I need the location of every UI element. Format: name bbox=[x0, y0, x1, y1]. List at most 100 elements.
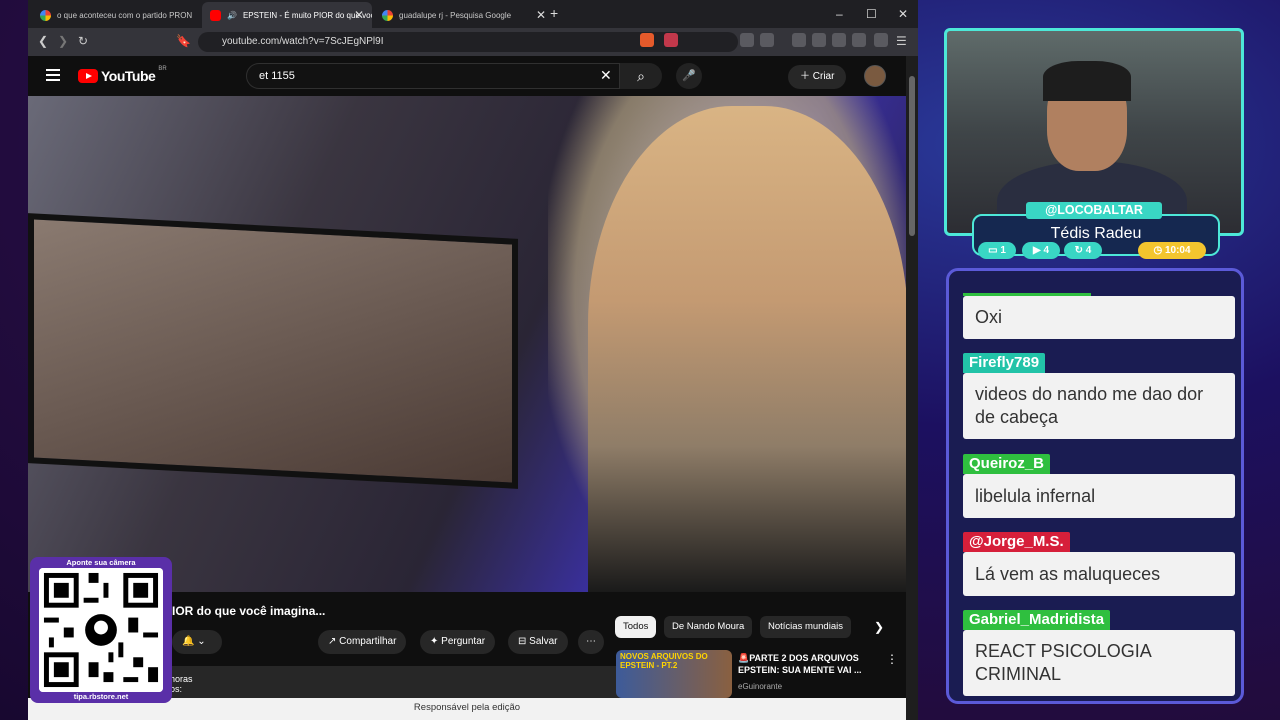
address-bar: ❮ ❯ ↻ 🔖 youtube.com/watch?v=7ScJEgNPl9I … bbox=[28, 28, 918, 56]
qr-top-label: Aponte sua câmera bbox=[66, 558, 136, 567]
microphone-icon: 🎤 bbox=[682, 70, 696, 82]
chat-icon: ▭ bbox=[988, 245, 998, 256]
youtube-header: YouTube BR et 1155 ✕ ⌕ 🎤 ＋ Criar bbox=[28, 56, 918, 96]
chip-label: Notícias mundiais bbox=[768, 621, 843, 632]
screenshot-icon[interactable] bbox=[760, 33, 774, 47]
notifications-button[interactable]: 🔔 ⌄ bbox=[172, 630, 222, 654]
more-actions-button[interactable]: ⋯ bbox=[578, 630, 604, 654]
close-tab-icon[interactable]: ✕ bbox=[536, 8, 546, 22]
timer-badge: ◷ 10:04 bbox=[1138, 242, 1206, 259]
reload-icon[interactable]: ↻ bbox=[78, 34, 88, 48]
minimize-icon[interactable]: – bbox=[836, 7, 843, 21]
media-icon[interactable] bbox=[792, 33, 806, 47]
bookmark-icon[interactable]: 🔖 bbox=[176, 34, 191, 48]
qr-code bbox=[39, 568, 163, 692]
badge-value: 4 bbox=[1043, 245, 1050, 256]
close-tab-icon[interactable]: ✕ bbox=[354, 8, 364, 22]
chat-message: videos do nando me dao dor de cabeça bbox=[963, 373, 1235, 439]
account-avatar[interactable] bbox=[864, 65, 886, 87]
video-icon: ▶ bbox=[1032, 245, 1041, 256]
youtube-icon bbox=[210, 9, 221, 21]
create-label: Criar bbox=[812, 71, 835, 82]
chat-username: Gabriel_Madridista bbox=[963, 610, 1111, 630]
hamburger-menu-icon[interactable] bbox=[46, 69, 60, 81]
chip-de-nando-moura[interactable]: De Nando Moura bbox=[664, 616, 753, 638]
forward-icon[interactable]: ❯ bbox=[58, 34, 68, 48]
chat-panel: Oxi Firefly789 videos do nando me dao do… bbox=[946, 268, 1244, 704]
chip-todos[interactable]: Todos bbox=[615, 616, 657, 638]
badge-value: 1 bbox=[1000, 245, 1006, 256]
region-code: BR bbox=[158, 66, 167, 72]
chat-message: REACT PSICOLOGIA CRIMINAL bbox=[963, 630, 1235, 696]
streamer-name: Tédis Radeu bbox=[1050, 225, 1142, 242]
tab-youtube-epstein[interactable]: 🔊 EPSTEIN - É muito PIOR do que voc ✕ bbox=[202, 2, 372, 28]
recommended-title[interactable]: 🚨PARTE 2 DOS ARQUIVOS EPSTEIN: SUA MENTE… bbox=[738, 652, 878, 676]
chat-message-text: Lá vem as maluqueces bbox=[975, 564, 1161, 584]
new-tab-icon[interactable]: + bbox=[550, 5, 558, 21]
search-value: et 1155 bbox=[259, 70, 295, 82]
chevron-right-icon[interactable]: ❯ bbox=[874, 620, 884, 634]
close-window-icon[interactable]: ✕ bbox=[898, 7, 908, 21]
share-button[interactable]: ↗ Compartilhar bbox=[318, 630, 407, 654]
back-icon[interactable]: ❮ bbox=[38, 34, 48, 48]
webcam-hair bbox=[1043, 61, 1131, 101]
clear-search-icon[interactable]: ✕ bbox=[600, 67, 612, 84]
badge-value: 10:04 bbox=[1164, 245, 1191, 256]
vpn-icon[interactable] bbox=[874, 33, 888, 47]
tab-google-guadalupe[interactable]: guadalupe rj - Pesquisa Google ✕ bbox=[374, 2, 554, 28]
search-button[interactable]: ⌕ bbox=[620, 63, 662, 89]
tab-label: guadalupe rj - Pesquisa Google bbox=[399, 10, 512, 20]
brave-shield-icon[interactable] bbox=[640, 33, 654, 47]
chat-username: Queiroz_B bbox=[963, 454, 1051, 474]
refresh-icon: ↻ bbox=[1074, 245, 1084, 256]
video-count-badge: ▶ 4 bbox=[1022, 242, 1060, 259]
recommended-thumbnail[interactable]: NOVOS ARQUIVOS DO EPSTEIN - PT.2 bbox=[616, 650, 732, 698]
recommended-channel[interactable]: eGuinorante bbox=[738, 682, 782, 691]
share-label: Compartilhar bbox=[339, 636, 397, 647]
youtube-logo[interactable]: YouTube BR bbox=[78, 66, 167, 84]
ask-label: Perguntar bbox=[441, 636, 486, 647]
tab-label: o que aconteceu com o partido PRONA - Pe bbox=[57, 10, 192, 20]
qr-bottom-label: tipa.rbstore.net bbox=[73, 692, 129, 701]
youtube-play-icon bbox=[78, 69, 98, 83]
tab-bar: o que aconteceu com o partido PRONA - Pe… bbox=[28, 0, 918, 28]
bell-icon: 🔔 ⌄ bbox=[182, 636, 206, 647]
rewards-icon[interactable] bbox=[664, 33, 678, 47]
search-input[interactable]: et 1155 bbox=[246, 63, 620, 89]
save-button[interactable]: ⊟ Salvar bbox=[508, 630, 568, 654]
maximize-icon[interactable]: ☐ bbox=[866, 7, 877, 21]
streamer-handle: @LOCOBALTAR bbox=[1026, 202, 1162, 219]
url-text: youtube.com/watch?v=7ScJEgNPl9I bbox=[222, 36, 384, 47]
sidebar-icon[interactable] bbox=[812, 33, 826, 47]
tab-google-prona[interactable]: o que aconteceu com o partido PRONA - Pe bbox=[32, 2, 192, 28]
create-button[interactable]: ＋ Criar bbox=[788, 65, 847, 89]
badge-value: 4 bbox=[1085, 245, 1092, 256]
page-scrollbar[interactable] bbox=[906, 56, 918, 720]
search-icon: ⌕ bbox=[637, 68, 645, 84]
description-box[interactable]: horas os: bbox=[158, 666, 628, 700]
chip-label: Todos bbox=[623, 621, 649, 632]
video-frame-presenter bbox=[588, 106, 906, 592]
url-field[interactable]: youtube.com/watch?v=7ScJEgNPl9I bbox=[198, 32, 738, 52]
more-icon: ⋯ bbox=[586, 636, 596, 647]
chip-noticias-mundiais[interactable]: Notícias mundiais bbox=[760, 616, 851, 638]
speaker-icon: 🔊 bbox=[227, 10, 237, 20]
leo-icon[interactable] bbox=[852, 33, 866, 47]
google-icon bbox=[382, 9, 393, 21]
chat-username: Firefly789 bbox=[963, 353, 1046, 373]
video-player[interactable] bbox=[28, 96, 906, 592]
chip-label: De Nando Moura bbox=[672, 621, 745, 632]
video-title: IOR do que você imagina... bbox=[172, 604, 326, 618]
voice-search-button[interactable]: 🎤 bbox=[676, 63, 702, 89]
menu-icon[interactable]: ☰ bbox=[896, 34, 907, 48]
ask-button[interactable]: ✦ Perguntar bbox=[420, 630, 496, 654]
chat-message: Oxi bbox=[963, 296, 1235, 339]
wallet-icon[interactable] bbox=[832, 33, 846, 47]
more-vert-icon[interactable]: ⋮ bbox=[886, 652, 898, 666]
chat-message: Lá vem as maluqueces bbox=[963, 552, 1235, 596]
extensions-icon[interactable] bbox=[740, 33, 754, 47]
google-icon bbox=[40, 9, 51, 21]
chat-message: libelula infernal bbox=[963, 474, 1235, 518]
youtube-wordmark: YouTube bbox=[101, 68, 156, 84]
chat-username: @Jorge_M.S. bbox=[963, 532, 1070, 552]
